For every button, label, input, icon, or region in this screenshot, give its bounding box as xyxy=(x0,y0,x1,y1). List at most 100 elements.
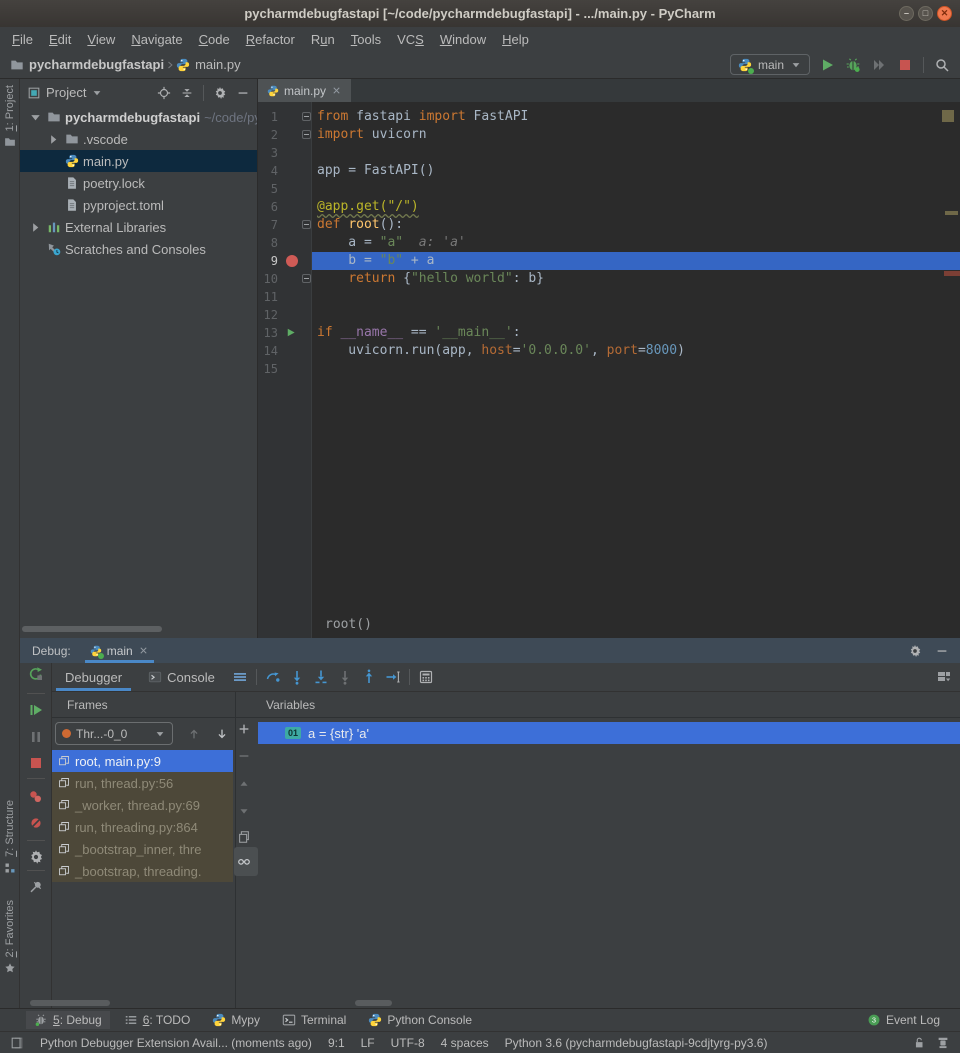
layout-icon[interactable] xyxy=(936,669,952,685)
stop-icon[interactable] xyxy=(897,57,913,73)
menu-navigate[interactable]: Navigate xyxy=(123,30,190,49)
run-to-cursor-icon[interactable] xyxy=(385,669,401,685)
tool-stripe-project[interactable]: 1: Project xyxy=(0,85,19,148)
code-line-7[interactable]: 7def root(): xyxy=(258,216,960,234)
breadcrumb-item-pycharmdebugfastapi[interactable]: pycharmdebugfastapi xyxy=(10,57,164,72)
editor-context-breadcrumb[interactable]: root() xyxy=(325,617,372,632)
breakpoint-icon[interactable] xyxy=(286,255,298,267)
step-out-icon[interactable] xyxy=(361,669,377,685)
view-breakpoints-icon[interactable] xyxy=(28,789,44,805)
code-line-13[interactable]: 13if __name__ == '__main__': xyxy=(258,324,960,342)
locate-icon[interactable] xyxy=(157,86,171,100)
tri-down-icon[interactable] xyxy=(237,804,251,818)
run-line-icon[interactable] xyxy=(285,327,296,338)
gear-icon[interactable] xyxy=(28,849,44,865)
fold-marker-icon[interactable] xyxy=(302,220,311,229)
glasses-icon[interactable] xyxy=(237,854,251,868)
tab-console[interactable]: Console xyxy=(139,663,224,691)
maximize-button[interactable]: □ xyxy=(918,6,933,21)
breadcrumb-item-main.py[interactable]: main.py xyxy=(176,57,241,72)
toolwindow-python-console[interactable]: Python Console xyxy=(360,1011,480,1029)
frame-row[interactable]: _bootstrap_inner, thre xyxy=(52,838,233,860)
tab-debugger[interactable]: Debugger xyxy=(56,663,131,691)
menu-file[interactable]: File xyxy=(4,30,41,49)
evaluate-icon[interactable] xyxy=(418,669,434,685)
gear-icon[interactable] xyxy=(908,644,922,658)
close-icon[interactable] xyxy=(138,645,149,656)
minus-icon[interactable] xyxy=(935,644,949,658)
minus-icon[interactable] xyxy=(236,86,250,100)
menu-help[interactable]: Help xyxy=(494,30,537,49)
previous-frame-icon[interactable] xyxy=(187,727,201,741)
frame-row[interactable]: _worker, thread.py:69 xyxy=(52,794,233,816)
status-widget[interactable]: LF xyxy=(361,1036,375,1050)
menu-view[interactable]: View xyxy=(79,30,123,49)
chevron-down-icon[interactable] xyxy=(28,110,43,124)
stop-icon[interactable] xyxy=(28,755,44,771)
close-button[interactable]: ✕ xyxy=(937,6,952,21)
status-widget[interactable]: UTF-8 xyxy=(391,1036,425,1050)
status-message[interactable]: Python Debugger Extension Avail... (mome… xyxy=(40,1036,312,1050)
code-line-14[interactable]: 14 uvicorn.run(app, host='0.0.0.0', port… xyxy=(258,342,960,360)
debug-session-tab[interactable]: main xyxy=(85,638,154,663)
chevron-down-icon[interactable] xyxy=(91,87,103,99)
horizontal-scrollbar[interactable] xyxy=(355,1000,392,1006)
chevron-right-icon[interactable] xyxy=(46,132,61,146)
force-step-into-icon[interactable] xyxy=(337,669,353,685)
duplicate-icon[interactable] xyxy=(237,830,251,844)
code-line-8[interactable]: 8 a = "a" a: 'a' xyxy=(258,234,960,252)
tree-item-scratches-and-consoles[interactable]: Scratches and Consoles xyxy=(20,238,257,260)
tree-item--vscode[interactable]: .vscode xyxy=(20,128,257,150)
code-line-1[interactable]: 1from fastapi import FastAPI xyxy=(258,108,960,126)
menu-vcs[interactable]: VCS xyxy=(389,30,432,49)
tree-item-poetry-lock[interactable]: poetry.lock xyxy=(20,172,257,194)
editor-tab-main-py[interactable]: main.py xyxy=(258,79,351,102)
frame-row[interactable]: run, thread.py:56 xyxy=(52,772,233,794)
next-frame-icon[interactable] xyxy=(215,727,229,741)
code-line-5[interactable]: 5 xyxy=(258,180,960,198)
tree-item-pyproject-toml[interactable]: pyproject.toml xyxy=(20,194,257,216)
code-line-6[interactable]: 6@app.get("/") xyxy=(258,198,960,216)
hector-icon[interactable] xyxy=(936,1036,950,1050)
rerun-icon[interactable] xyxy=(28,666,44,682)
pause-icon[interactable] xyxy=(28,729,44,745)
run-icon[interactable] xyxy=(819,57,835,73)
coverage-icon[interactable] xyxy=(871,57,887,73)
toolwindow-event-log[interactable]: 3Event Log xyxy=(859,1011,948,1029)
project-panel-title[interactable]: Project xyxy=(46,85,86,100)
fold-marker-icon[interactable] xyxy=(302,274,311,283)
code-line-15[interactable]: 15 xyxy=(258,360,960,378)
tree-item-pycharmdebugfastapi[interactable]: pycharmdebugfastapi ~/code/pycharmdebugf… xyxy=(20,106,257,128)
menu-window[interactable]: Window xyxy=(432,30,494,49)
tool-stripe-favorites[interactable]: 2: Favorites xyxy=(0,900,19,974)
code-line-4[interactable]: 4app = FastAPI() xyxy=(258,162,960,180)
gear-icon[interactable] xyxy=(213,86,227,100)
code-line-2[interactable]: 2import uvicorn xyxy=(258,126,960,144)
toolwindow-5-debug[interactable]: 5: Debug xyxy=(26,1011,110,1029)
debug-bug-icon[interactable] xyxy=(845,57,861,73)
frame-row[interactable]: run, threading.py:864 xyxy=(52,816,233,838)
hamburger-icon[interactable] xyxy=(232,669,248,685)
status-widget[interactable]: Python 3.6 (pycharmdebugfastapi-9cdjtyrg… xyxy=(505,1036,768,1050)
add-icon[interactable] xyxy=(237,722,251,736)
status-widget[interactable]: 9:1 xyxy=(328,1036,345,1050)
close-icon[interactable] xyxy=(331,85,342,96)
mute-breakpoints-icon[interactable] xyxy=(28,815,44,831)
run-configuration-select[interactable]: main xyxy=(730,54,810,75)
tri-up-icon[interactable] xyxy=(237,777,251,791)
code-line-9[interactable]: 9 b = "b" + a xyxy=(258,252,960,270)
horizontal-scrollbar[interactable] xyxy=(30,1000,110,1006)
tree-item-main-py[interactable]: main.py xyxy=(20,150,257,172)
collapse-icon[interactable] xyxy=(180,86,194,100)
fold-marker-icon[interactable] xyxy=(302,112,311,121)
tree-item-external-libraries[interactable]: External Libraries xyxy=(20,216,257,238)
menu-refactor[interactable]: Refactor xyxy=(238,30,303,49)
frame-row[interactable]: _bootstrap, threading. xyxy=(52,860,233,882)
status-widget[interactable]: 4 spaces xyxy=(441,1036,489,1050)
code-line-3[interactable]: 3 xyxy=(258,144,960,162)
lock-icon[interactable] xyxy=(912,1036,926,1050)
menu-tools[interactable]: Tools xyxy=(343,30,389,49)
code-line-10[interactable]: 10 return {"hello world": b} xyxy=(258,270,960,288)
variable-row[interactable]: 01a = {str} 'a' xyxy=(258,722,960,744)
resume-icon[interactable] xyxy=(28,702,44,718)
